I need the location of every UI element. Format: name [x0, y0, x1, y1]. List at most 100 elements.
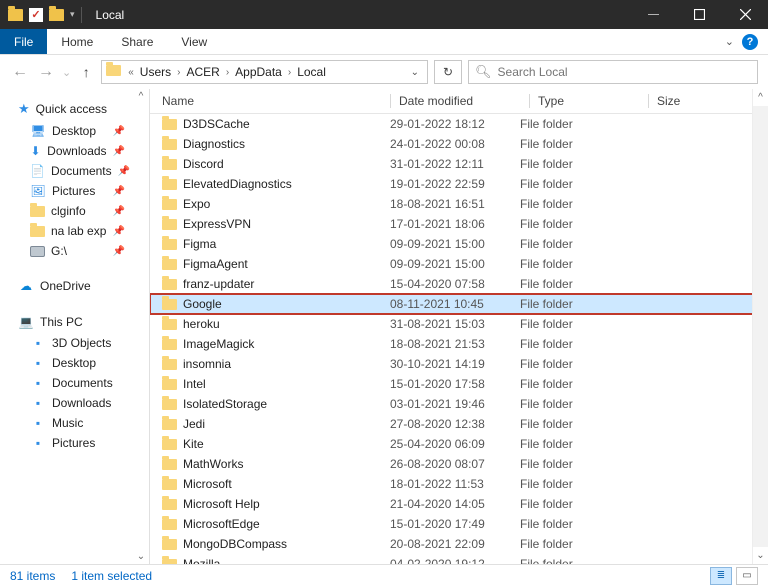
sidebar-item[interactable]: clginfo📌	[0, 201, 149, 221]
file-type: File folder	[520, 417, 630, 431]
sidebar-item[interactable]: 🖥Desktop📌	[0, 121, 149, 141]
table-row[interactable]: ExpressVPN17-01-2021 18:06File folder	[150, 214, 768, 234]
folder-icon	[162, 139, 177, 150]
table-row[interactable]: Google08-11-2021 10:45File folder	[150, 294, 768, 314]
sidebar-item[interactable]: ▪Downloads	[0, 393, 149, 413]
tab-file[interactable]: File	[0, 29, 47, 54]
sidebar-item[interactable]: G:\📌	[0, 241, 149, 261]
chevron-down-icon[interactable]: ⌄	[725, 35, 734, 48]
folder-icon	[162, 159, 177, 170]
breadcrumb[interactable]: ACER	[182, 65, 223, 79]
help-icon[interactable]: ?	[742, 34, 758, 50]
table-row[interactable]: D3DSCache29-01-2022 18:12File folder	[150, 114, 768, 134]
table-row[interactable]: Jedi27-08-2020 12:38File folder	[150, 414, 768, 434]
table-row[interactable]: FigmaAgent09-09-2021 15:00File folder	[150, 254, 768, 274]
table-row[interactable]: ElevatedDiagnostics19-01-2022 22:59File …	[150, 174, 768, 194]
table-row[interactable]: Microsoft Help21-04-2020 14:05File folde…	[150, 494, 768, 514]
sidebar-thispc[interactable]: 💻 This PC	[0, 311, 149, 333]
file-name: franz-updater	[183, 277, 254, 291]
file-type: File folder	[520, 497, 630, 511]
file-name: Discord	[183, 157, 224, 171]
file-date: 18-08-2021 21:53	[390, 337, 520, 351]
address-dropdown-icon[interactable]: ⌄	[411, 67, 419, 78]
table-row[interactable]: Mozilla04-02-2020 19:12File folder	[150, 554, 768, 564]
breadcrumb[interactable]: Local	[293, 65, 330, 79]
folder-icon	[162, 199, 177, 210]
sidebar-quick-access[interactable]: ★ Quick access	[0, 97, 149, 121]
table-row[interactable]: MongoDBCompass20-08-2021 22:09File folde…	[150, 534, 768, 554]
table-row[interactable]: Discord31-01-2022 12:11File folder	[150, 154, 768, 174]
sidebar-label: OneDrive	[40, 279, 91, 293]
sidebar-item[interactable]: ▪Music	[0, 413, 149, 433]
chevron-up-icon[interactable]: ^	[139, 89, 144, 104]
sidebar-item[interactable]: ▪Pictures	[0, 433, 149, 453]
file-date: 31-01-2022 12:11	[390, 157, 520, 171]
sidebar-item[interactable]: 📄Documents📌	[0, 161, 149, 181]
sidebar-item[interactable]: ▪Documents	[0, 373, 149, 393]
thumbnails-view-button[interactable]: ▭	[736, 567, 758, 585]
tab-share[interactable]: Share	[107, 29, 167, 54]
table-row[interactable]: MathWorks26-08-2020 08:07File folder	[150, 454, 768, 474]
pane-scrollbar[interactable]: ^ ⌄	[752, 89, 768, 564]
sidebar-scrollbar[interactable]: ^ ⌄	[133, 89, 149, 564]
table-row[interactable]: MicrosoftEdge15-01-2020 17:49File folder	[150, 514, 768, 534]
chevron-right-icon[interactable]: «	[126, 67, 136, 78]
table-row[interactable]: franz-updater15-04-2020 07:58File folder	[150, 274, 768, 294]
table-row[interactable]: Expo18-08-2021 16:51File folder	[150, 194, 768, 214]
star-icon: ★	[18, 101, 30, 117]
folder-icon	[162, 499, 177, 510]
table-row[interactable]: Intel15-01-2020 17:58File folder	[150, 374, 768, 394]
table-row[interactable]: IsolatedStorage03-01-2021 19:46File fold…	[150, 394, 768, 414]
tab-view[interactable]: View	[167, 29, 221, 54]
sidebar-item[interactable]: 🖼Pictures📌	[0, 181, 149, 201]
folder-icon	[30, 226, 45, 237]
close-button[interactable]	[722, 0, 768, 29]
chevron-down-icon[interactable]: ⌄	[756, 547, 764, 564]
file-type: File folder	[520, 397, 630, 411]
qat-dropdown-icon[interactable]: ▾	[70, 9, 75, 20]
file-type: File folder	[520, 297, 630, 311]
file-name: Diagnostics	[183, 137, 245, 151]
drive-icon	[30, 246, 45, 257]
sidebar-item[interactable]: ⬇Downloads📌	[0, 141, 149, 161]
column-type[interactable]: Type	[538, 94, 648, 108]
folder-icon	[162, 439, 177, 450]
address-bar[interactable]: « Users › ACER › AppData › Local ⌄	[101, 60, 428, 84]
details-view-button[interactable]: ≣	[710, 567, 732, 585]
sidebar-item[interactable]: ▪Desktop	[0, 353, 149, 373]
tab-home[interactable]: Home	[47, 29, 107, 54]
sidebar-item[interactable]: ▪3D Objects	[0, 333, 149, 353]
table-row[interactable]: Diagnostics24-01-2022 00:08File folder	[150, 134, 768, 154]
breadcrumb[interactable]: AppData	[231, 65, 286, 79]
breadcrumb[interactable]: Users	[136, 65, 175, 79]
file-date: 29-01-2022 18:12	[390, 117, 520, 131]
file-date: 18-08-2021 16:51	[390, 197, 520, 211]
history-dropdown-icon[interactable]: ⌄	[62, 66, 71, 79]
file-list[interactable]: D3DSCache29-01-2022 18:12File folderDiag…	[150, 114, 768, 564]
file-name: heroku	[183, 317, 220, 331]
table-row[interactable]: Figma09-09-2021 15:00File folder	[150, 234, 768, 254]
column-name[interactable]: Name	[150, 94, 390, 108]
table-row[interactable]: insomnia30-10-2021 14:19File folder	[150, 354, 768, 374]
column-date[interactable]: Date modified	[399, 94, 529, 108]
up-button[interactable]: ↑	[77, 64, 95, 80]
refresh-button[interactable]: ↻	[434, 60, 462, 84]
table-row[interactable]: Microsoft18-01-2022 11:53File folder	[150, 474, 768, 494]
forward-button[interactable]: →	[36, 63, 56, 81]
sidebar-item[interactable]: na lab exp📌	[0, 221, 149, 241]
download-icon: ⬇	[30, 144, 41, 158]
file-name: Microsoft	[183, 477, 232, 491]
chevron-down-icon[interactable]: ⌄	[137, 549, 145, 564]
search-box[interactable]: 🔍︎	[468, 60, 758, 84]
minimize-button[interactable]	[630, 0, 676, 29]
table-row[interactable]: Kite25-04-2020 06:09File folder	[150, 434, 768, 454]
back-button[interactable]: ←	[10, 63, 30, 81]
sidebar-onedrive[interactable]: ☁ OneDrive	[0, 275, 149, 297]
table-row[interactable]: heroku31-08-2021 15:03File folder	[150, 314, 768, 334]
maximize-button[interactable]	[676, 0, 722, 29]
chevron-up-icon[interactable]: ^	[758, 89, 763, 106]
search-input[interactable]	[498, 65, 751, 79]
table-row[interactable]: ImageMagick18-08-2021 21:53File folder	[150, 334, 768, 354]
sidebar-item-label: Music	[52, 416, 83, 430]
file-type: File folder	[520, 557, 630, 564]
